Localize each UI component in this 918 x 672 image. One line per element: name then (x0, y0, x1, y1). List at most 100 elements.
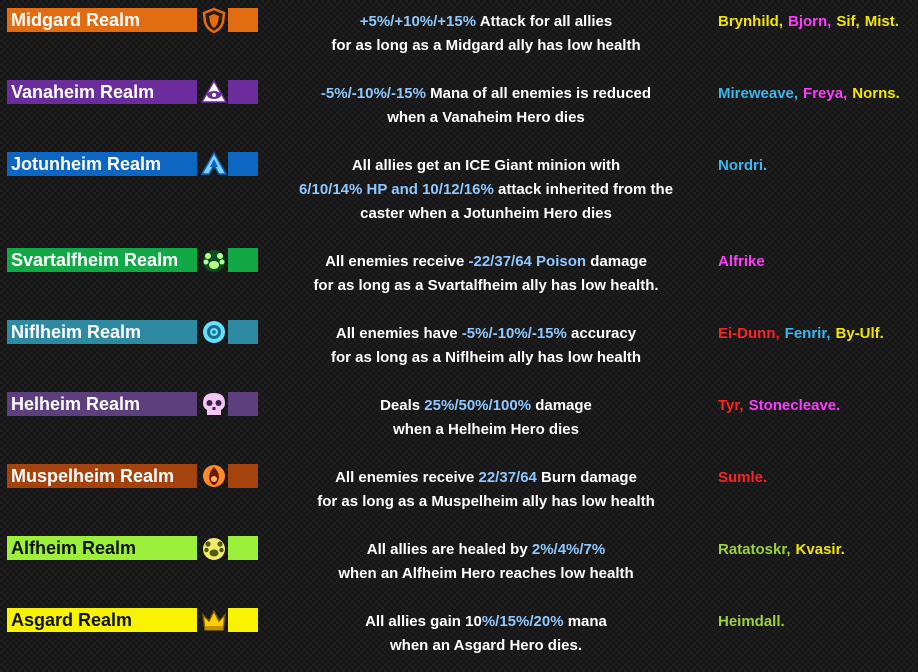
realm-bonus-description: All enemies receive -22/37/64 Poison dam… (262, 250, 710, 298)
hero-name: Mireweave, (718, 85, 799, 102)
description-text: All allies are healed by (366, 541, 532, 558)
hero-name: Alfrike (718, 253, 765, 270)
realm-banner-tail (228, 80, 258, 104)
hero-name: Heimdall. (718, 613, 785, 630)
description-line: Deals 25%/50%/100% damage (262, 394, 710, 418)
hero-name: Mist. (864, 13, 899, 30)
highlight-value: -5%/-10%/-15% (320, 85, 426, 102)
realm-row: Jotunheim Realm All allies get an ICE Gia… (0, 144, 918, 222)
realm-name: Helheim Realm (11, 394, 141, 414)
realm-banner: Alfheim Realm (7, 536, 258, 560)
realm-name-bar: Svartalfheim Realm (7, 248, 197, 272)
flame-icon (199, 462, 229, 490)
hero-name: Stonecleave. (748, 397, 841, 414)
realm-banner-tail (228, 464, 258, 488)
description-line: All enemies receive 22/37/64 Burn damage (262, 466, 710, 490)
description-line: All allies gain 10%/15%/20% mana (262, 610, 710, 634)
realm-name-bar: Midgard Realm (7, 8, 197, 32)
hero-name: Sif, (836, 13, 860, 30)
description-text: attack inherited from the (493, 181, 674, 198)
realm-bonus-description: +5%/+10%/+15% Attack for all allies for a… (262, 10, 710, 58)
description-text: Burn damage (536, 469, 637, 486)
realm-name-bar: Niflheim Realm (7, 320, 197, 344)
description-line: 6/10/14% HP and 10/12/16% attack inherit… (262, 178, 710, 202)
realm-bonus-description: All allies are healed by 2%/4%/7% when an… (262, 538, 710, 586)
description-text: damage (531, 397, 592, 414)
hero-name: Kvasir. (795, 541, 845, 558)
realm-name: Vanaheim Realm (11, 82, 155, 102)
realm-bonus-description: All allies get an ICE Giant minion with 6… (262, 154, 710, 226)
realm-banner-tail (228, 320, 258, 344)
realm-banner-tail (228, 608, 258, 632)
description-line: when an Alfheim Hero reaches low health (338, 565, 634, 582)
description-line: All enemies have -5%/-10%/-15% accuracy (262, 322, 710, 346)
leaf-paw-icon (199, 534, 229, 562)
highlight-value: 2%/4%/7% (531, 541, 606, 558)
shield-icon (199, 6, 229, 34)
hero-name: Ratatoskr, (718, 541, 791, 558)
hero-name: Norns. (852, 85, 900, 102)
realm-bonus-description: All enemies have -5%/-10%/-15% accuracy f… (262, 322, 710, 370)
realm-row: Muspelheim Realm All enemies receive 22/3… (0, 456, 918, 528)
description-text: Attack for all allies (476, 13, 613, 30)
description-line: All enemies receive -22/37/64 Poison dam… (262, 250, 710, 274)
description-text: All allies gain 10 (365, 613, 482, 630)
description-text: All enemies receive (325, 253, 469, 270)
highlight-value: -22/37/64 Poison (468, 253, 587, 270)
realm-hero-list: Nordri. (718, 154, 772, 178)
description-text: All enemies receive (335, 469, 479, 486)
realm-banner-tail (228, 392, 258, 416)
mountain-icon (199, 150, 229, 178)
description-line: caster when a Jotunheim Hero dies (360, 205, 612, 222)
realm-banner: Asgard Realm (7, 608, 258, 632)
realm-hero-list: Alfrike (718, 250, 770, 274)
description-line: All allies are healed by 2%/4%/7% (262, 538, 710, 562)
realm-banner: Muspelheim Realm (7, 464, 258, 488)
realm-row: Midgard Realm +5%/+10%/+15% Attack for al… (0, 0, 918, 72)
description-text: damage (586, 253, 647, 270)
hero-name: Tyr, (718, 397, 744, 414)
realm-banner: Svartalfheim Realm (7, 248, 258, 272)
realm-name-bar: Helheim Realm (7, 392, 197, 416)
hero-name: Sumle. (718, 469, 768, 486)
swirl-icon (199, 318, 229, 346)
realm-name: Muspelheim Realm (11, 466, 175, 486)
realm-hero-list: Ei-Dunn, Fenrir, By-Ulf. (718, 322, 889, 346)
hero-name: Brynhild, (718, 13, 784, 30)
realm-name-bar: Jotunheim Realm (7, 152, 197, 176)
realm-banner: Vanaheim Realm (7, 78, 258, 106)
description-line: when a Vanaheim Hero dies (387, 109, 585, 126)
description-line: for as long as a Midgard ally has low he… (331, 37, 641, 54)
realm-banner-tail (228, 8, 258, 32)
description-text: mana (563, 613, 607, 630)
hero-name: By-Ulf. (835, 325, 884, 342)
description-line: when an Asgard Hero dies. (390, 637, 582, 654)
realm-hero-list: Tyr, Stonecleave. (718, 394, 845, 418)
description-line: for as long as a Svartalfheim ally has l… (313, 277, 659, 294)
highlight-value: -5%/-10%/-15% (461, 325, 567, 342)
highlight-value: 6/10/14% HP and 10/12/16% (298, 181, 494, 198)
realm-bonus-description: All allies gain 10%/15%/20% mana when an … (262, 610, 710, 658)
realm-banner: Helheim Realm (7, 392, 258, 416)
realm-hero-list: Heimdall. (718, 610, 790, 634)
skull-icon (199, 390, 229, 418)
paw-icon (199, 246, 229, 274)
description-line: for as long as a Niflheim ally has low h… (330, 349, 642, 366)
hero-name: Nordri. (718, 157, 768, 174)
highlight-value: %/15%/20% (481, 613, 564, 630)
realm-hero-list: Mireweave, Freya, Norns. (718, 82, 905, 106)
realm-name-bar: Alfheim Realm (7, 536, 197, 560)
eye-icon (199, 78, 229, 106)
description-text: accuracy (566, 325, 637, 342)
realm-banner-tail (228, 152, 258, 176)
realm-row: Niflheim Realm All enemies have -5%/-10%/… (0, 312, 918, 384)
realm-hero-list: Sumle. (718, 466, 772, 490)
realm-bonus-description: -5%/-10%/-15% Mana of all enemies is red… (262, 82, 710, 130)
hero-name: Freya, (803, 85, 848, 102)
realm-banner: Jotunheim Realm (7, 150, 258, 178)
realm-bonus-description: Deals 25%/50%/100% damage when a Helheim … (262, 394, 710, 442)
description-line: All allies get an ICE Giant minion with (351, 157, 621, 174)
realm-row: Svartalfheim Realm All enemies receive -2… (0, 240, 918, 312)
realm-banner: Midgard Realm (7, 6, 258, 34)
description-text: Mana of all enemies is reduced (425, 85, 652, 102)
